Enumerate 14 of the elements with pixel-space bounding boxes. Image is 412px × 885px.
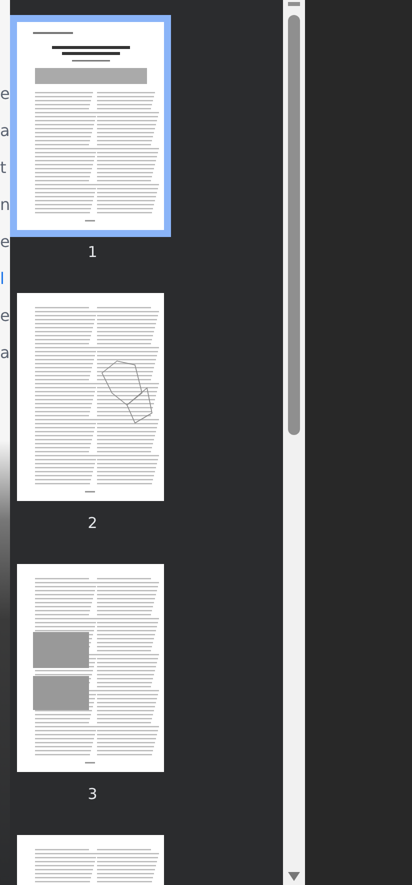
document-text: e: [0, 232, 10, 252]
page-number: 1: [88, 242, 98, 263]
scrollbar-thumb[interactable]: [288, 15, 300, 435]
page-number: 2: [88, 513, 98, 534]
document-text: n: [0, 195, 10, 215]
scrollbar[interactable]: [283, 0, 305, 885]
document-text: e: [0, 306, 10, 326]
document-text: a: [0, 343, 10, 363]
document-text: e: [0, 84, 10, 104]
document-text: a: [0, 121, 10, 141]
scroll-down-icon[interactable]: [288, 871, 300, 881]
page-number: 3: [88, 784, 98, 805]
document-text: t: [0, 158, 8, 178]
document-text: l: [0, 269, 6, 289]
